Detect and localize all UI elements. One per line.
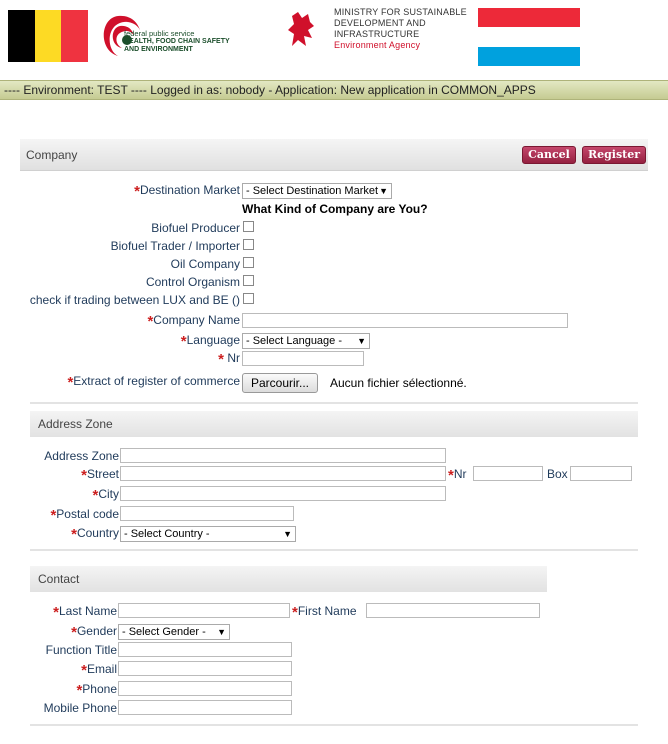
ministry-agency: Environment Agency <box>334 40 421 50</box>
ministry-line1: MINISTRY FOR SUSTAINABLE <box>334 7 467 17</box>
luxembourg-flag-logo <box>478 8 580 66</box>
section-divider <box>30 549 638 551</box>
cancel-button[interactable]: Cancel <box>522 146 576 164</box>
required-marker: * <box>218 351 224 368</box>
language-select[interactable]: - Select Language - ▼ <box>242 333 370 349</box>
luxembourg-lion-crest-icon <box>288 12 314 46</box>
postal-code-input[interactable] <box>120 506 294 521</box>
register-button[interactable]: Register <box>582 146 646 164</box>
function-title-label: Function Title <box>45 643 117 657</box>
country-label: *Country <box>71 526 119 543</box>
dropdown-arrow-icon: ▼ <box>217 627 226 637</box>
street-nr-label: *Nr <box>448 467 467 484</box>
street-input[interactable] <box>120 466 446 481</box>
ministry-line3: INFRASTRUCTURE <box>334 29 420 39</box>
destination-market-select[interactable]: - Select Destination Market - ▼ <box>242 183 392 199</box>
belgium-flag-logo <box>8 10 89 62</box>
box-label: Box <box>547 467 568 481</box>
ministry-text-block: MINISTRY FOR SUSTAINABLE DEVELOPMENT AND… <box>334 7 467 51</box>
dropdown-arrow-icon: ▼ <box>379 186 388 196</box>
company-name-input[interactable] <box>242 313 568 328</box>
company-kind-heading: What Kind of Company are You? <box>242 202 428 216</box>
postal-code-label: *Postal code <box>50 507 119 524</box>
street-nr-input[interactable] <box>473 466 543 481</box>
extract-register-label: *Extract of register of commerce <box>67 374 240 391</box>
gender-label: *Gender <box>71 624 117 641</box>
browse-file-button[interactable]: Parcourir... <box>242 373 319 393</box>
mobile-phone-input[interactable] <box>118 700 292 715</box>
first-name-label: *First Name <box>292 604 357 621</box>
company-panel-title: Company <box>26 148 78 162</box>
no-file-selected-text: Aucun fichier sélectionné. <box>330 376 467 390</box>
fps-text-block: federal public service HEALTH, FOOD CHAI… <box>124 30 230 54</box>
dropdown-arrow-icon: ▼ <box>357 336 366 346</box>
city-label: *City <box>92 487 119 504</box>
country-select[interactable]: - Select Country - ▼ <box>120 526 296 542</box>
biofuel-producer-label: Biofuel Producer <box>151 221 240 235</box>
contact-header: Contact <box>30 566 547 592</box>
destination-market-label: *Destination Market <box>134 183 240 200</box>
trading-lux-be-checkbox[interactable] <box>243 293 254 304</box>
biofuel-trader-label: Biofuel Trader / Importer <box>110 239 240 253</box>
section-divider <box>30 402 638 404</box>
control-organism-label: Control Organism <box>145 275 240 289</box>
language-label: *Language <box>180 333 240 350</box>
biofuel-trader-checkbox[interactable] <box>243 239 254 250</box>
email-label: *Email <box>81 662 117 679</box>
ministry-line2: DEVELOPMENT AND <box>334 18 426 28</box>
last-name-label: *Last Name <box>53 604 117 621</box>
trading-lux-be-label: check if trading between LUX and BE () <box>29 293 240 307</box>
gender-select[interactable]: - Select Gender - ▼ <box>118 624 230 640</box>
company-name-label: *Company Name <box>147 313 240 330</box>
oil-company-label: Oil Company <box>170 257 240 271</box>
environment-status-bar: ---- Environment: TEST ---- Logged in as… <box>0 80 668 100</box>
fps-line3: AND ENVIRONMENT <box>124 46 193 53</box>
function-title-input[interactable] <box>118 642 292 657</box>
street-label: *Street <box>81 467 119 484</box>
city-input[interactable] <box>120 486 446 501</box>
email-input[interactable] <box>118 661 292 676</box>
box-input[interactable] <box>570 466 632 481</box>
section-divider <box>30 724 638 726</box>
phone-input[interactable] <box>118 681 292 696</box>
company-nr-label: * Nr <box>218 351 240 368</box>
biofuel-producer-checkbox[interactable] <box>243 221 254 232</box>
company-nr-input[interactable] <box>242 351 364 366</box>
address-zone-header: Address Zone <box>30 411 638 437</box>
first-name-input[interactable] <box>366 603 540 618</box>
phone-label: *Phone <box>76 682 117 699</box>
last-name-input[interactable] <box>118 603 290 618</box>
dropdown-arrow-icon: ▼ <box>283 529 292 539</box>
address-zone-input[interactable] <box>120 448 446 463</box>
control-organism-checkbox[interactable] <box>243 275 254 286</box>
address-zone-label: Address Zone <box>44 449 119 463</box>
mobile-phone-label: Mobile Phone <box>43 701 117 715</box>
oil-company-checkbox[interactable] <box>243 257 254 268</box>
fps-line2: HEALTH, FOOD CHAIN SAFETY <box>124 38 230 45</box>
fps-line1: federal public service <box>124 29 195 38</box>
